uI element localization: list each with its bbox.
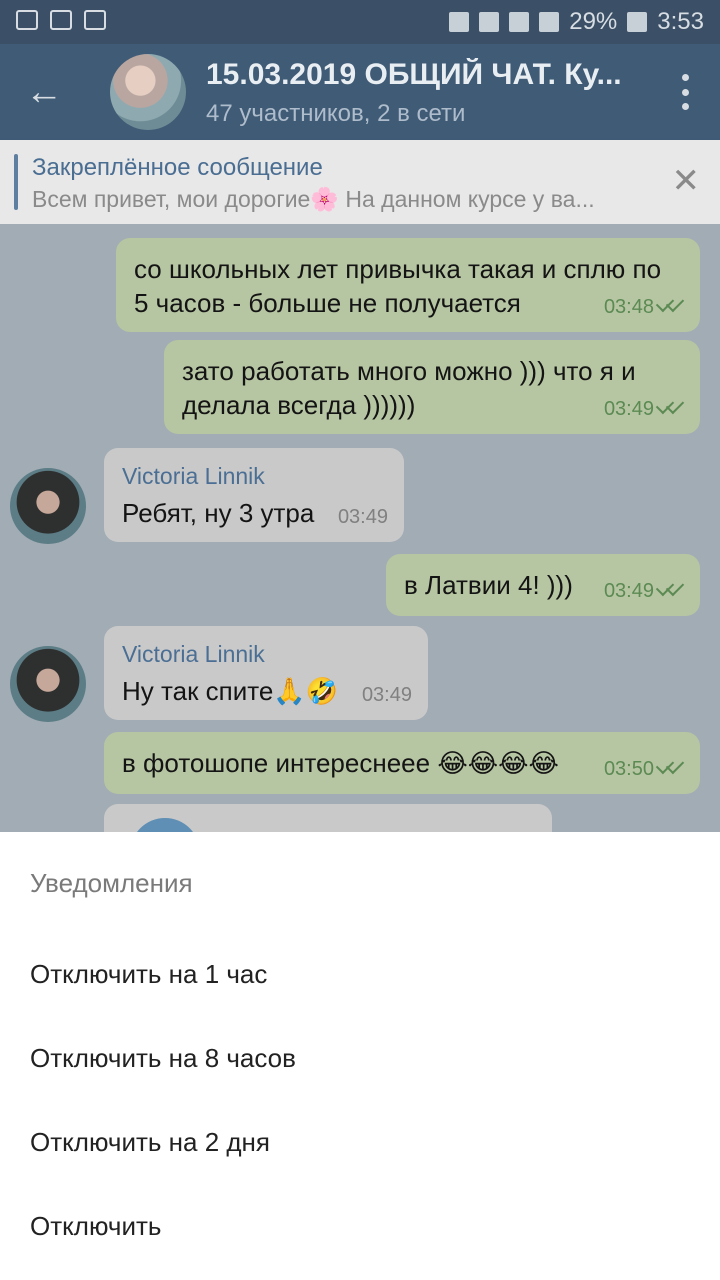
message-text: в фотошопе интереснеее 😂😂😂😂: [122, 748, 559, 778]
message-outgoing[interactable]: со школьных лет привычка такая и сплю по…: [116, 238, 700, 332]
pinned-message[interactable]: Закреплённое сообщение Всем привет, мои …: [0, 140, 720, 224]
double-check-icon: [658, 761, 684, 775]
message-meta: 03:48: [604, 290, 684, 324]
message-meta: 03:49: [338, 500, 388, 534]
mute-1-hour-option[interactable]: Отключить на 1 час: [0, 932, 720, 1016]
cast-icon: [50, 10, 72, 30]
message-time: 03:49: [337, 506, 388, 528]
chat-title[interactable]: 15.03.2019 ОБЩИЙ ЧАТ. Ку...: [206, 58, 646, 92]
pinned-accent-bar: [14, 154, 18, 210]
battery-percent: 29%: [569, 8, 618, 35]
message-time: 03:49: [361, 684, 412, 706]
chat-header: ← 15.03.2019 ОБЩИЙ ЧАТ. Ку... 47 участни…: [0, 44, 720, 140]
message-list[interactable]: со школьных лет привычка такая и сплю по…: [0, 224, 720, 832]
sender-name[interactable]: Victoria Linnik: [122, 640, 410, 668]
message-incoming[interactable]: Victoria Linnik Ребят, ну 3 утра 03:49: [104, 448, 404, 542]
pinned-title: Закреплённое сообщение: [32, 154, 323, 181]
sender-name[interactable]: Victoria Linnik: [122, 462, 386, 490]
notifications-sheet: Уведомления Отключить на 1 час Отключить…: [0, 832, 720, 1280]
mute-2-days-option[interactable]: Отключить на 2 дня: [0, 1100, 720, 1184]
clock: 3:53: [657, 8, 704, 35]
chat-subtitle: 47 участников, 2 в сети: [206, 100, 466, 127]
pinned-text: Всем привет, мои дорогие🌸 На данном курс…: [32, 186, 595, 212]
double-check-icon: [658, 299, 684, 313]
double-check-icon: [658, 583, 684, 597]
message-text: со школьных лет привычка такая и сплю по…: [134, 254, 662, 318]
wifi-icon: [509, 12, 530, 32]
notification-icon: [16, 10, 38, 30]
message-outgoing[interactable]: в Латвии 4! ))) 03:49: [386, 554, 700, 616]
message-meta: 03:49: [362, 678, 412, 712]
sheet-title: Уведомления: [30, 868, 193, 898]
close-icon[interactable]: ✕: [672, 164, 701, 198]
data-saver-icon: [449, 12, 470, 32]
message-outgoing[interactable]: в фотошопе интереснеее 😂😂😂😂 03:50: [104, 732, 700, 794]
message-outgoing[interactable]: зато работать много можно ))) что я и де…: [164, 340, 700, 434]
mute-8-hours-option[interactable]: Отключить на 8 часов: [0, 1016, 720, 1100]
message-time: 03:48: [603, 296, 654, 318]
mute-icon: [479, 12, 500, 32]
more-menu-icon[interactable]: [680, 74, 690, 110]
message-time: 03:49: [603, 398, 654, 420]
avatar[interactable]: [10, 646, 86, 722]
message-meta: 03:50: [604, 752, 684, 786]
message-time: 03:50: [603, 758, 654, 780]
status-bar: 29% 3:53: [0, 0, 720, 44]
chat-avatar[interactable]: [110, 54, 186, 130]
signal-icon: [539, 12, 560, 32]
message-meta: 03:49: [604, 574, 684, 608]
message-time: 03:49: [603, 580, 654, 602]
avatar[interactable]: [10, 468, 86, 544]
double-check-icon: [658, 401, 684, 415]
message-incoming[interactable]: Victoria Linnik Ну так спите🙏🤣 03:49: [104, 626, 428, 720]
message-meta: 03:49: [604, 392, 684, 426]
system-indicators: 29% 3:53: [449, 8, 704, 36]
back-arrow-icon[interactable]: ←: [22, 70, 66, 114]
battery-icon: [627, 12, 648, 32]
mute-forever-option[interactable]: Отключить: [0, 1184, 720, 1268]
notification-icons: [16, 10, 106, 30]
mail-icon: [84, 10, 106, 30]
